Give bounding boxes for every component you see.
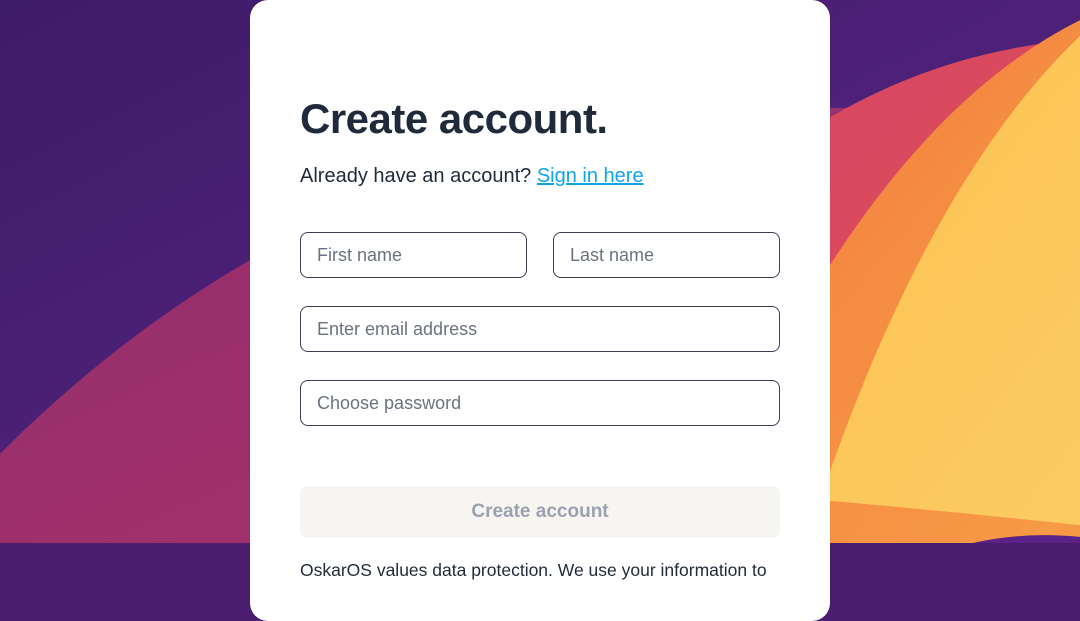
- email-field[interactable]: [300, 306, 780, 352]
- page-title: Create account.: [300, 95, 780, 143]
- create-account-button[interactable]: Create account: [300, 486, 780, 538]
- signin-link[interactable]: Sign in here: [537, 165, 644, 187]
- last-name-field[interactable]: [553, 232, 780, 278]
- subtitle: Already have an account? Sign in here: [300, 165, 780, 188]
- signup-card: Create account. Already have an account?…: [250, 0, 830, 621]
- subtitle-text: Already have an account?: [300, 165, 537, 187]
- first-name-field[interactable]: [300, 232, 527, 278]
- password-field[interactable]: [300, 380, 780, 426]
- legal-text: OskarOS values data protection. We use y…: [300, 560, 780, 581]
